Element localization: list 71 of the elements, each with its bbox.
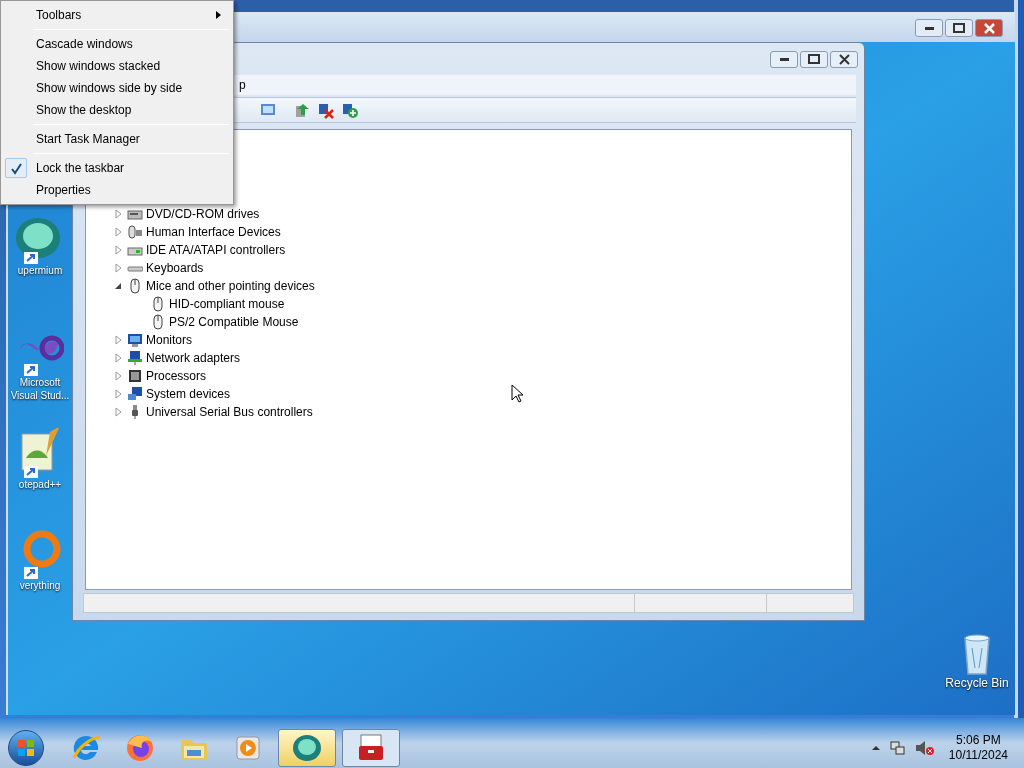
collapsed-arrow-icon[interactable] [114,263,123,273]
mouse-pointer-icon [511,384,525,404]
desktop-icon-label[interactable]: Recycle Bin [945,676,1009,691]
menu-item[interactable]: Properties [3,179,231,201]
expanded-arrow-icon[interactable] [114,281,123,291]
device-category-icon [127,350,143,366]
tree-item[interactable]: HID-compliant mouse [169,295,285,313]
device-category-icon [127,278,143,294]
windows-logo-icon [17,739,35,757]
close-button[interactable] [975,19,1003,37]
update-button[interactable] [293,101,311,119]
uninstall-button[interactable] [317,101,335,119]
update-icon [293,101,311,119]
collapsed-arrow-icon[interactable] [114,245,123,255]
minimize-button[interactable] [915,19,943,37]
tree-item[interactable]: DVD/CD-ROM drives [146,205,260,223]
network-icon[interactable] [888,740,907,756]
add-button[interactable] [341,101,359,119]
maximize-icon [953,23,965,33]
close-button[interactable] [830,50,858,68]
collapsed-arrow-icon[interactable] [114,371,123,381]
minimize-icon [779,57,789,61]
tree-item[interactable]: IDE ATA/ATAPI controllers [146,241,286,259]
tree-item[interactable]: Human Interface Devices [146,223,281,241]
menu-item[interactable]: Lock the taskbar [3,157,231,179]
add-icon [341,101,359,119]
close-icon [983,22,995,34]
taskbar-button[interactable] [278,729,336,767]
collapsed-arrow-icon[interactable] [114,407,123,417]
desktop-icon-label[interactable]: upermium [8,264,72,277]
tree-item[interactable]: Processors [146,367,207,385]
collapsed-arrow-icon[interactable] [114,227,123,237]
collapsed-arrow-icon[interactable] [114,335,123,345]
tree-item[interactable]: Universal Serial Bus controllers [146,403,313,421]
device-category-icon [127,368,143,384]
minimize-icon [924,26,934,30]
show-hidden-icons-icon[interactable] [870,744,881,752]
collapsed-arrow-icon[interactable] [114,389,123,399]
collapsed-arrow-icon[interactable] [114,209,123,219]
tree-item[interactable]: System devices [146,385,231,403]
start-button[interactable] [8,730,44,766]
menu-item[interactable]: Show the desktop [3,99,231,121]
tree-item[interactable]: Keyboards [146,259,204,277]
close-icon [838,53,850,65]
maximize-button[interactable] [800,50,828,68]
mouse-icon [150,314,166,330]
tree-item[interactable]: Mice and other pointing devices [146,277,315,295]
device-category-icon [127,386,143,402]
menu-item[interactable]: Show windows stacked [3,55,231,77]
tree-item[interactable]: PS/2 Compatible Mouse [169,313,299,331]
browser-icon [124,732,156,764]
menu-item[interactable]: p [239,76,246,94]
app-icon [291,732,323,764]
muted-speaker-icon[interactable] [914,739,935,757]
device-category-icon [127,332,143,348]
taskbar-button[interactable] [342,729,400,767]
clock[interactable]: 5:06 PM 10/11/2024 [948,733,1008,763]
menu-item[interactable]: Start Task Manager [3,128,231,150]
tree-item[interactable]: Monitors [146,331,192,349]
uninstall-icon [317,101,335,119]
submenu-arrow-icon [216,11,221,19]
collapsed-arrow-icon[interactable] [114,353,123,363]
menu-item[interactable]: Show windows side by side [3,77,231,99]
device-category-icon [127,224,143,240]
mouse-icon [150,296,166,312]
tree-item[interactable]: Network adapters [146,349,241,367]
menu-item[interactable]: Toolbars [3,4,231,26]
menu-item[interactable]: Cascade windows [3,33,231,55]
maximize-icon [808,54,820,64]
minimize-button[interactable] [770,50,798,68]
maximize-button[interactable] [945,19,973,37]
